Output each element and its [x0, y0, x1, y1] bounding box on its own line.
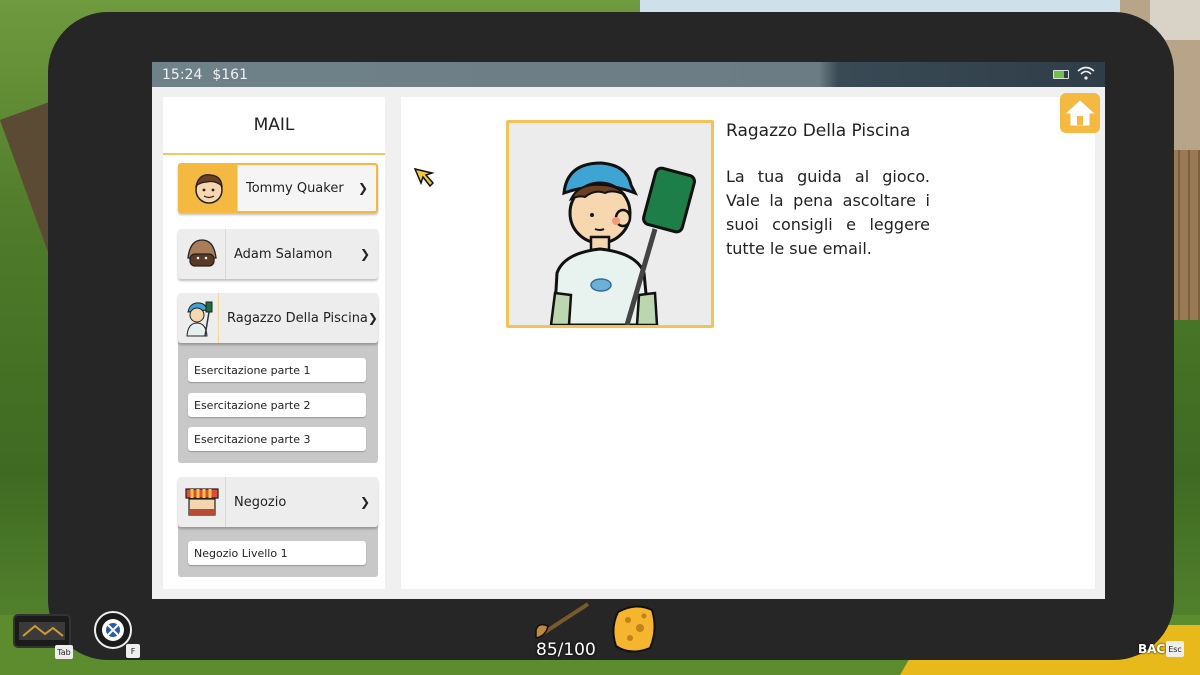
home-button[interactable] [1060, 93, 1100, 133]
message-item[interactable]: Esercitazione parte 1 [188, 358, 366, 382]
sender-name: Ragazzo Della Piscina [726, 121, 911, 141]
chevron-down-icon: ❯ [367, 311, 378, 325]
mail-detail-panel: Ragazzo Della Piscina La tua guida al gi… [401, 97, 1095, 589]
chevron-down-icon: ❯ [358, 181, 369, 195]
tommy-avatar-icon [180, 165, 238, 211]
chevron-down-icon: ❯ [360, 495, 371, 509]
contact-adam-salamon[interactable]: Adam Salamon ❯ [178, 229, 378, 279]
mail-panel: MAIL Tommy Quaker ❯ Adam Salamon ❯ Ragaz… [163, 97, 385, 589]
back-key-hint: Esc [1166, 641, 1184, 657]
contact-name: Tommy Quaker [246, 180, 344, 196]
contact-tommy-quaker[interactable]: Tommy Quaker ❯ [178, 163, 378, 213]
tool-usage-counter: 85/100 [536, 640, 596, 660]
sender-description: La tua guida al gioco. Vale la pena asco… [726, 167, 930, 258]
shop-icon [178, 477, 226, 527]
home-icon [1065, 100, 1095, 126]
adam-avatar-icon [178, 229, 226, 279]
chevron-down-icon: ❯ [360, 247, 371, 261]
status-bar: 15:24 $161 [152, 62, 1105, 87]
contact-negozio[interactable]: Negozio ❯ [178, 477, 378, 527]
tablet-screen: 15:24 $161 MAIL Tommy Quaker ❯ Adam Sala… [152, 62, 1105, 599]
sponge-tool-icon[interactable] [606, 600, 664, 658]
message-item[interactable]: Negozio Livello 1 [188, 541, 366, 565]
camera-key-hint: Tab [55, 645, 73, 659]
clock: 15:24 [162, 66, 203, 83]
message-item[interactable]: Esercitazione parte 2 [188, 393, 366, 417]
mail-title: MAIL [163, 97, 385, 155]
camera-tool-icon[interactable] [13, 614, 71, 648]
contact-ragazzo-della-piscina[interactable]: Ragazzo Della Piscina ❯ [178, 293, 378, 343]
brush-tool-icon[interactable] [532, 600, 594, 640]
contact-name: Negozio [234, 494, 287, 510]
message-item[interactable]: Esercitazione parte 3 [188, 427, 366, 451]
vision-key-hint: F [126, 644, 140, 658]
contact-name: Adam Salamon [234, 246, 333, 262]
contact-name: Ragazzo Della Piscina [227, 310, 368, 326]
pool-boy-portrait [506, 120, 714, 328]
pool-boy-avatar-icon [178, 293, 219, 343]
cursor-icon [412, 166, 438, 192]
wifi-icon [1077, 66, 1095, 82]
battery-icon [1053, 70, 1069, 79]
money-display: $161 [212, 66, 248, 83]
